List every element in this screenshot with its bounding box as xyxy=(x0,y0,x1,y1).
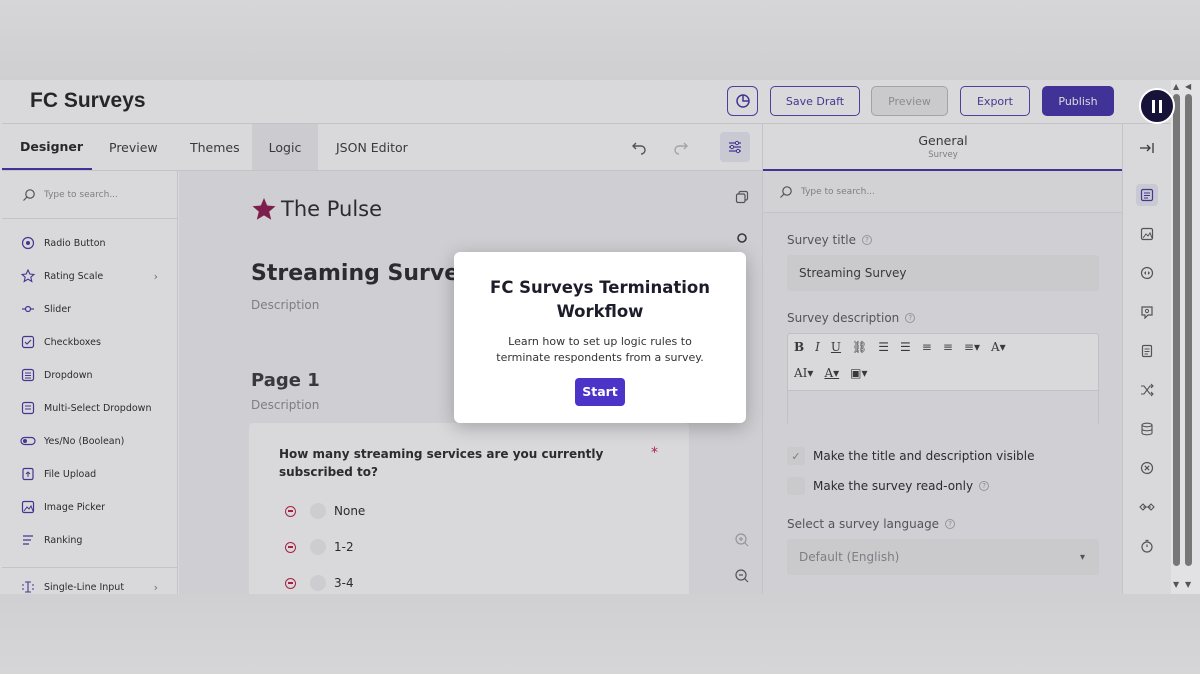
termination-workflow-modal: FC Surveys Termination Workflow Learn ho… xyxy=(454,252,746,423)
scroll-down-icon[interactable]: ▼ xyxy=(1173,580,1179,589)
pause-button[interactable] xyxy=(1139,88,1175,124)
scroll-up-icon[interactable]: ◀ xyxy=(1185,82,1191,91)
scroll-up-icon[interactable]: ▲ xyxy=(1173,82,1179,91)
blurred-top-backdrop xyxy=(0,0,1200,80)
scrollbar-thumb[interactable] xyxy=(1173,94,1180,566)
scroll-down-icon[interactable]: ▼ xyxy=(1185,580,1191,589)
blurred-bottom-backdrop xyxy=(0,594,1200,674)
modal-text: Learn how to set up logic rules to termi… xyxy=(496,335,704,364)
page-scrollbar[interactable]: ▲ ◀ ▼ ▼ xyxy=(1171,80,1200,594)
scrollbar-thumb[interactable] xyxy=(1185,94,1192,566)
modal-title: FC Surveys Termination Workflow xyxy=(490,278,710,321)
start-button[interactable]: Start xyxy=(575,378,625,406)
